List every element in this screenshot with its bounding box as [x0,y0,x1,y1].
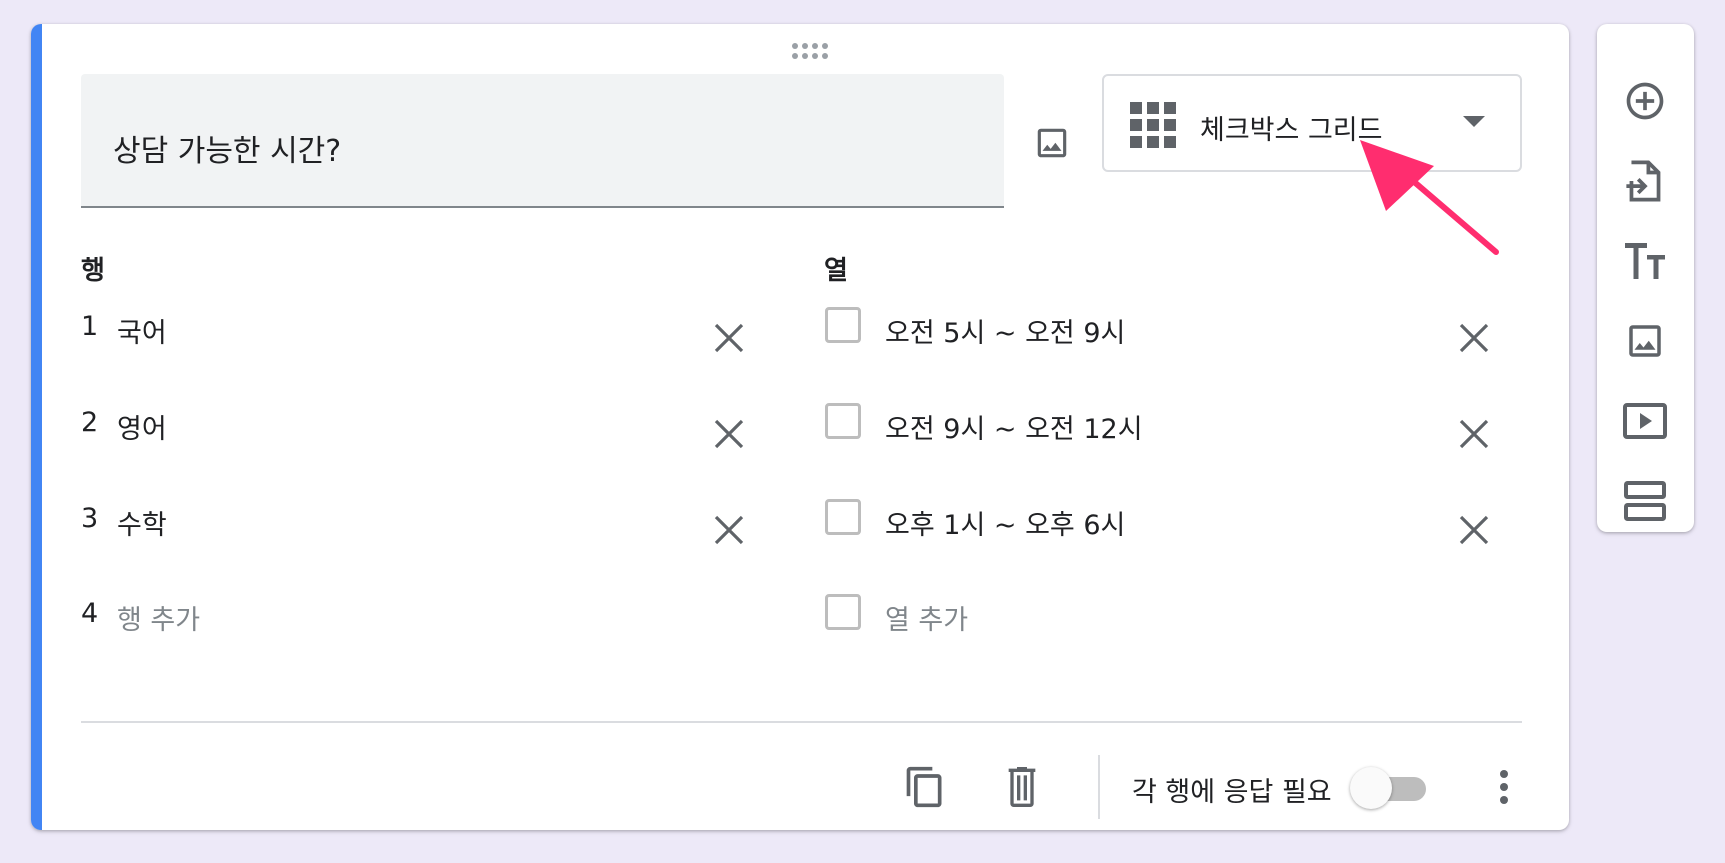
add-image-button[interactable] [1012,103,1092,183]
import-icon [1626,160,1661,202]
row-option-label[interactable]: 국어 [117,311,167,350]
column-option-label[interactable]: 오전 5시 ~ 오전 9시 [885,311,1125,350]
column-option[interactable]: 오후 1시 ~ 오후 6시 [825,491,1465,551]
footer-vertical-divider [1098,755,1100,819]
toggle-thumb [1350,767,1392,809]
section-icon [1624,481,1666,521]
row-option-label[interactable]: 수학 [117,503,167,542]
close-icon [714,515,744,545]
add-column-label[interactable]: 열 추가 [885,598,968,637]
question-type-dropdown[interactable]: 체크박스 그리드 [1102,74,1522,172]
close-icon [1459,419,1489,449]
row-number: 3 [81,503,99,534]
row-number: 2 [81,407,99,438]
add-column-option[interactable]: 열 추가 [825,586,1465,646]
checkbox[interactable] [825,499,861,535]
row-option[interactable]: 3 수학 [81,491,721,551]
required-toggle[interactable] [1350,765,1430,811]
row-option[interactable]: 1 국어 [81,299,721,359]
footer-divider [81,721,1522,723]
more-options-button[interactable] [1476,759,1532,815]
add-row-label[interactable]: 행 추가 [117,598,200,637]
close-icon [1459,323,1489,353]
remove-column-button[interactable] [1450,410,1498,458]
column-option-label[interactable]: 오전 9시 ~ 오전 12시 [885,407,1143,446]
duplicate-button[interactable] [897,759,953,815]
question-title-field[interactable]: 상담 가능한 시간? [81,74,1004,208]
import-questions-button[interactable] [1613,149,1677,213]
remove-column-button[interactable] [1450,314,1498,362]
row-option[interactable]: 2 영어 [81,395,721,455]
column-option-label[interactable]: 오후 1시 ~ 오후 6시 [885,503,1125,542]
title-text-icon [1625,243,1665,279]
video-icon [1623,403,1667,439]
copy-icon [906,766,942,808]
row-number: 1 [81,311,99,342]
grid-icon [1130,102,1176,148]
question-card: 상담 가능한 시간? 체크박스 그리드 행 열 1 국어 2 영어 3 수학 4… [31,24,1569,830]
remove-row-button[interactable] [705,314,753,362]
image-icon [1629,325,1661,357]
question-type-label: 체크박스 그리드 [1200,115,1383,146]
required-toggle-label: 각 행에 응답 필요 [1132,777,1332,808]
remove-column-button[interactable] [1450,506,1498,554]
add-section-button[interactable] [1613,469,1677,533]
add-title-button[interactable] [1613,229,1677,293]
checkbox[interactable] [825,307,861,343]
checkbox[interactable] [825,403,861,439]
side-toolbar [1597,24,1694,532]
checkbox[interactable] [825,594,861,630]
remove-row-button[interactable] [705,410,753,458]
add-circle-icon [1626,82,1664,120]
delete-button[interactable] [994,759,1050,815]
close-icon [714,323,744,353]
more-vert-icon [1500,770,1508,804]
close-icon [1459,515,1489,545]
rows-header: 행 [81,256,105,286]
trash-icon [1008,767,1036,807]
dropdown-caret-icon [1463,116,1485,127]
add-image-tool-button[interactable] [1613,309,1677,373]
columns-header: 열 [824,256,848,286]
add-video-button[interactable] [1613,389,1677,453]
image-icon [1037,128,1067,158]
add-row-option[interactable]: 4 행 추가 [81,586,721,646]
row-number: 4 [81,598,99,629]
remove-row-button[interactable] [705,506,753,554]
active-indicator [31,24,42,830]
column-option[interactable]: 오전 9시 ~ 오전 12시 [825,395,1465,455]
close-icon [714,419,744,449]
drag-handle-icon[interactable] [786,40,836,64]
column-option[interactable]: 오전 5시 ~ 오전 9시 [825,299,1465,359]
row-option-label[interactable]: 영어 [117,407,167,446]
question-title-text: 상담 가능한 시간? [113,134,342,169]
add-question-button[interactable] [1613,69,1677,133]
